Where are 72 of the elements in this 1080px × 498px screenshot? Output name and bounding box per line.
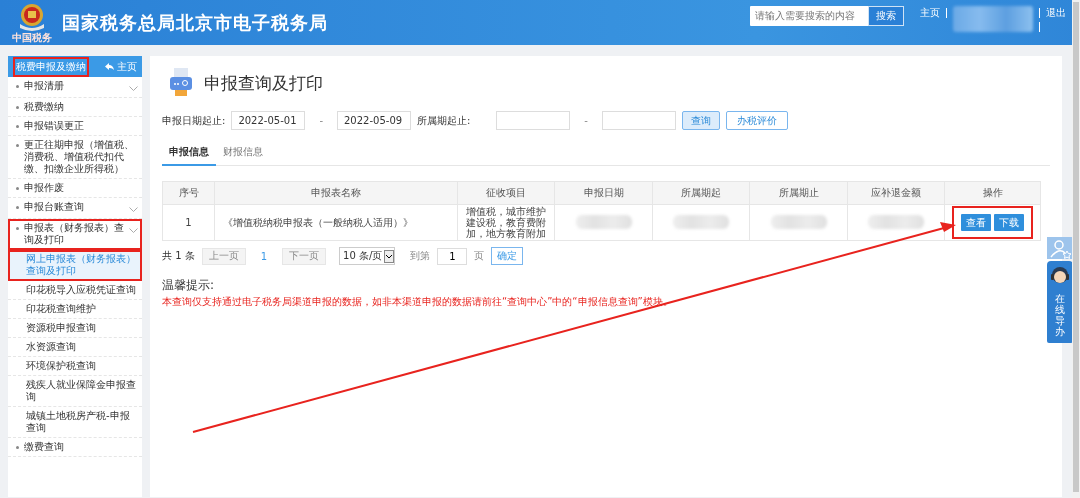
page-size-select[interactable]: 10 条/页 <box>339 247 396 265</box>
range-separator: - <box>584 115 588 126</box>
filter-label: 申报日期起止: <box>162 113 226 128</box>
page-unit-label: 页 <box>474 249 485 263</box>
tip-title: 温馨提示: <box>162 277 216 294</box>
bullet-icon <box>16 446 19 449</box>
sidebar-subitem[interactable]: 印花税导入应税凭证查询 <box>8 281 142 300</box>
table-cell: 增值税，城市维护建设税，教育费附加，地方教育附加 <box>457 204 555 241</box>
search-field[interactable]: 请输入需要搜索的内容 <box>750 5 868 26</box>
bullet-icon <box>16 144 19 147</box>
tab[interactable]: 申报信息 <box>162 142 216 166</box>
bullet-icon <box>16 206 19 209</box>
bullet-icon <box>16 227 19 230</box>
page-title: 申报查询及打印 <box>204 72 323 95</box>
sidebar-subitem[interactable]: 城镇土地税房产税-申报查询 <box>8 407 142 438</box>
evaluate-button[interactable]: 办税评价 <box>725 111 788 130</box>
redacted-value <box>868 214 924 229</box>
sidebar-item[interactable]: 税费缴纳 <box>8 98 142 117</box>
logo-caption: 中国税务 <box>12 32 52 43</box>
sidebar-item[interactable]: 申报错误更正 <box>8 117 142 136</box>
column-header: 操作 <box>944 181 1041 205</box>
sidebar-title: 税费申报及缴纳 <box>14 57 88 76</box>
sidebar-subitem[interactable]: 资源税申报查询 <box>8 319 142 338</box>
table-cell: 《增值税纳税申报表（一般纳税人适用）》 <box>214 204 458 241</box>
sidebar-item[interactable]: 申报台账查询 <box>8 198 142 219</box>
chevron-down-icon <box>129 86 138 91</box>
column-header: 所属期起 <box>652 181 750 205</box>
emblem-icon <box>17 2 47 32</box>
column-header: 征收项目 <box>457 181 555 205</box>
column-header: 所属期止 <box>749 181 848 205</box>
bullet-icon <box>16 106 19 109</box>
bullet-icon <box>16 125 19 128</box>
date-field[interactable] <box>601 111 676 130</box>
column-header: 申报表名称 <box>214 181 458 205</box>
printer-search-icon <box>170 68 192 99</box>
range-separator: - <box>319 115 323 126</box>
sidebar-item[interactable]: 申报表（财务报表）查询及打印 <box>8 219 142 250</box>
home-link[interactable]: 主页 <box>920 5 940 20</box>
table-cell: 1 <box>162 204 215 241</box>
sidebar-item[interactable]: 申报清册 <box>8 77 142 98</box>
sidebar-item[interactable]: 缴费查询 <box>8 438 142 457</box>
sidebar-item[interactable]: 申报作废 <box>8 179 142 198</box>
date-field[interactable]: 2022-05-09 <box>337 111 411 130</box>
search-button[interactable]: 搜索 <box>868 5 904 26</box>
date-field[interactable] <box>496 111 571 130</box>
column-header: 序号 <box>162 181 215 205</box>
sidebar-subitem[interactable]: 环境保护税查询 <box>8 357 142 376</box>
tip-text: 本查询仅支持通过电子税务局渠道申报的数据，如非本渠道申报的数据请前往“查询中心”中的“申报信息查询”模块。 <box>162 295 674 309</box>
redacted-value <box>770 214 827 229</box>
bullet-icon <box>16 85 19 88</box>
column-header: 申报日期 <box>554 181 653 205</box>
sidebar-subitem[interactable]: 残疾人就业保障金申报查询 <box>8 376 142 407</box>
date-field[interactable]: 2022-05-01 <box>231 111 306 130</box>
chevron-down-icon <box>129 207 138 212</box>
chevron-down-icon <box>129 228 138 233</box>
page-input[interactable]: 1 <box>437 247 468 265</box>
sidebar-item[interactable]: 更正往期申报（增值税、消费税、增值税代扣代缴、扣缴企业所得税） <box>8 136 142 179</box>
sidebar-subitem[interactable]: 水资源查询 <box>8 338 142 357</box>
record-count: 共 1 条 <box>162 249 195 263</box>
redacted-value <box>575 214 632 229</box>
sidebar-subitem[interactable]: 网上申报表（财务报表）查询及打印 <box>8 250 142 281</box>
online-help-tab[interactable]: 在线导办 <box>1047 261 1073 343</box>
column-header: 应补退金额 <box>847 181 945 205</box>
site-title: 国家税务总局北京市电子税务局 <box>62 10 328 35</box>
filter-label: 所属期起止: <box>417 113 471 128</box>
back-arrow-icon <box>105 63 114 70</box>
goto-label: 到第 <box>410 249 431 263</box>
bullet-icon <box>16 187 19 190</box>
sidebar-subitem[interactable]: 印花税查询维护 <box>8 300 142 319</box>
logout-link[interactable]: 退出 <box>1046 5 1066 20</box>
tab[interactable]: 财报信息 <box>216 142 270 166</box>
redacted-value <box>673 214 729 229</box>
